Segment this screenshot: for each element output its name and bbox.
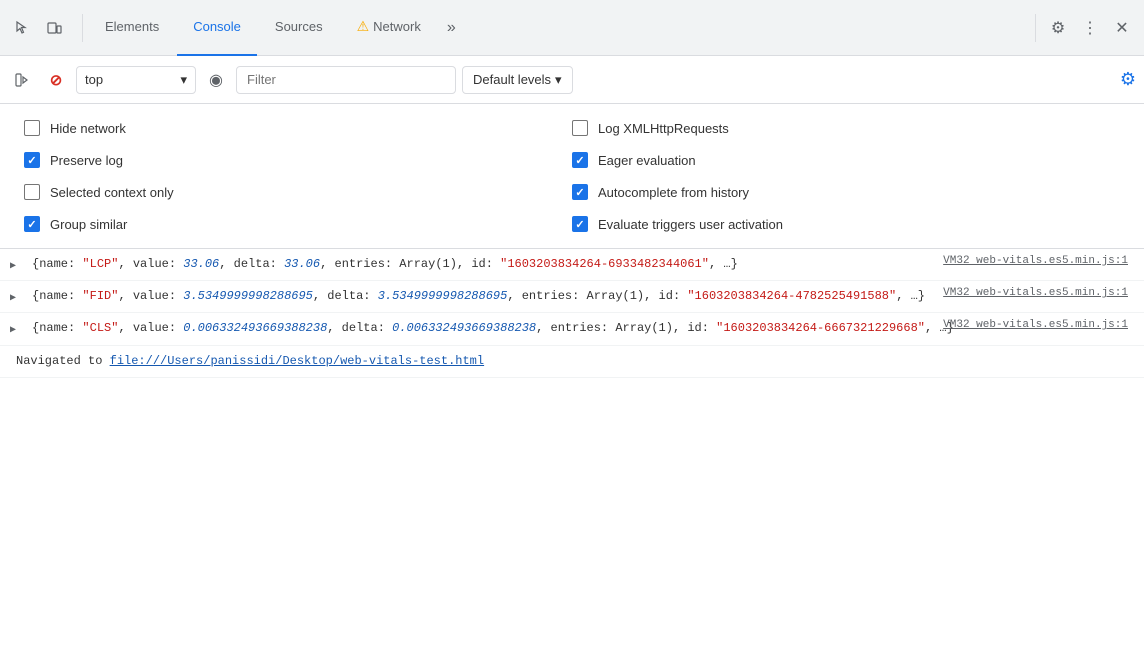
more-vert-icon: ⋮ xyxy=(1082,18,1098,38)
tab-bar-icons xyxy=(8,14,68,42)
close-icon: ✕ xyxy=(1115,18,1128,38)
execute-button[interactable] xyxy=(8,66,36,94)
console-entry-navigation: Navigated to file:///Users/panissidi/Des… xyxy=(0,346,1144,378)
more-tabs-icon: » xyxy=(447,19,456,37)
source-link-cls[interactable]: VM32 web-vitals.es5.min.js:1 xyxy=(943,317,1128,335)
group-similar-checkbox[interactable] xyxy=(24,216,40,232)
setting-group-similar[interactable]: Group similar xyxy=(24,208,572,240)
settings-button[interactable]: ⚙ xyxy=(1044,14,1072,42)
context-selector[interactable]: top ▾ xyxy=(76,66,196,94)
console-toolbar: ⊘ top ▾ ◉ Default levels ▾ ⚙ xyxy=(0,56,1144,104)
setting-autocomplete-history[interactable]: Autocomplete from history xyxy=(572,176,1120,208)
filter-input[interactable] xyxy=(236,66,456,94)
settings-panel: Hide network Preserve log Selected conte… xyxy=(0,104,1144,249)
console-entry-cls: ▶ VM32 web-vitals.es5.min.js:1 {name: "C… xyxy=(0,313,1144,345)
setting-preserve-log[interactable]: Preserve log xyxy=(24,144,572,176)
navigated-text: Navigated to xyxy=(16,354,102,368)
navigation-url[interactable]: file:///Users/panissidi/Desktop/web-vita… xyxy=(110,354,484,368)
console-output: ▶ VM32 web-vitals.es5.min.js:1 {name: "L… xyxy=(0,249,1144,627)
close-button[interactable]: ✕ xyxy=(1108,14,1136,42)
setting-eager-eval[interactable]: Eager evaluation xyxy=(572,144,1120,176)
right-divider xyxy=(1035,14,1036,42)
levels-dropdown-icon: ▾ xyxy=(555,72,562,88)
eye-icon: ◉ xyxy=(209,70,223,90)
eager-eval-checkbox[interactable] xyxy=(572,152,588,168)
block-button[interactable]: ⊘ xyxy=(42,66,70,94)
expand-lcp-button[interactable]: ▶ xyxy=(10,259,16,275)
setting-log-xmlhttp[interactable]: Log XMLHttpRequests xyxy=(572,112,1120,144)
log-level-selector[interactable]: Default levels ▾ xyxy=(462,66,573,94)
evaluate-triggers-checkbox[interactable] xyxy=(572,216,588,232)
console-settings-icon[interactable]: ⚙ xyxy=(1120,69,1136,90)
more-tabs-button[interactable]: » xyxy=(439,0,464,56)
dropdown-arrow-icon: ▾ xyxy=(180,72,187,88)
tab-network[interactable]: ⚠ Network xyxy=(341,0,437,56)
tab-sources[interactable]: Sources xyxy=(259,0,339,56)
eye-button[interactable]: ◉ xyxy=(202,66,230,94)
setting-hide-network[interactable]: Hide network xyxy=(24,112,572,144)
more-options-button[interactable]: ⋮ xyxy=(1076,14,1104,42)
ban-icon: ⊘ xyxy=(50,71,63,89)
source-link-lcp[interactable]: VM32 web-vitals.es5.min.js:1 xyxy=(943,253,1128,271)
cursor-icon[interactable] xyxy=(8,14,36,42)
device-toolbar-icon[interactable] xyxy=(40,14,68,42)
tab-bar-right: ⚙ ⋮ ✕ xyxy=(1031,14,1136,42)
tab-console[interactable]: Console xyxy=(177,0,257,56)
settings-right: Log XMLHttpRequests Eager evaluation Aut… xyxy=(572,112,1120,240)
log-xmlhttp-checkbox[interactable] xyxy=(572,120,588,136)
tab-divider xyxy=(82,14,83,42)
gear-icon: ⚙ xyxy=(1051,18,1065,38)
selected-context-checkbox[interactable] xyxy=(24,184,40,200)
setting-selected-context[interactable]: Selected context only xyxy=(24,176,572,208)
warning-icon: ⚠ xyxy=(357,18,370,35)
source-link-fid[interactable]: VM32 web-vitals.es5.min.js:1 xyxy=(943,285,1128,303)
hide-network-checkbox[interactable] xyxy=(24,120,40,136)
autocomplete-history-checkbox[interactable] xyxy=(572,184,588,200)
expand-fid-button[interactable]: ▶ xyxy=(10,291,16,307)
tab-bar: Elements Console Sources ⚠ Network » ⚙ ⋮… xyxy=(0,0,1144,56)
preserve-log-checkbox[interactable] xyxy=(24,152,40,168)
console-entry-lcp: ▶ VM32 web-vitals.es5.min.js:1 {name: "L… xyxy=(0,249,1144,281)
console-entry-fid: ▶ VM32 web-vitals.es5.min.js:1 {name: "F… xyxy=(0,281,1144,313)
settings-left: Hide network Preserve log Selected conte… xyxy=(24,112,572,240)
setting-evaluate-triggers[interactable]: Evaluate triggers user activation xyxy=(572,208,1120,240)
expand-cls-button[interactable]: ▶ xyxy=(10,323,16,339)
tab-elements[interactable]: Elements xyxy=(89,0,175,56)
